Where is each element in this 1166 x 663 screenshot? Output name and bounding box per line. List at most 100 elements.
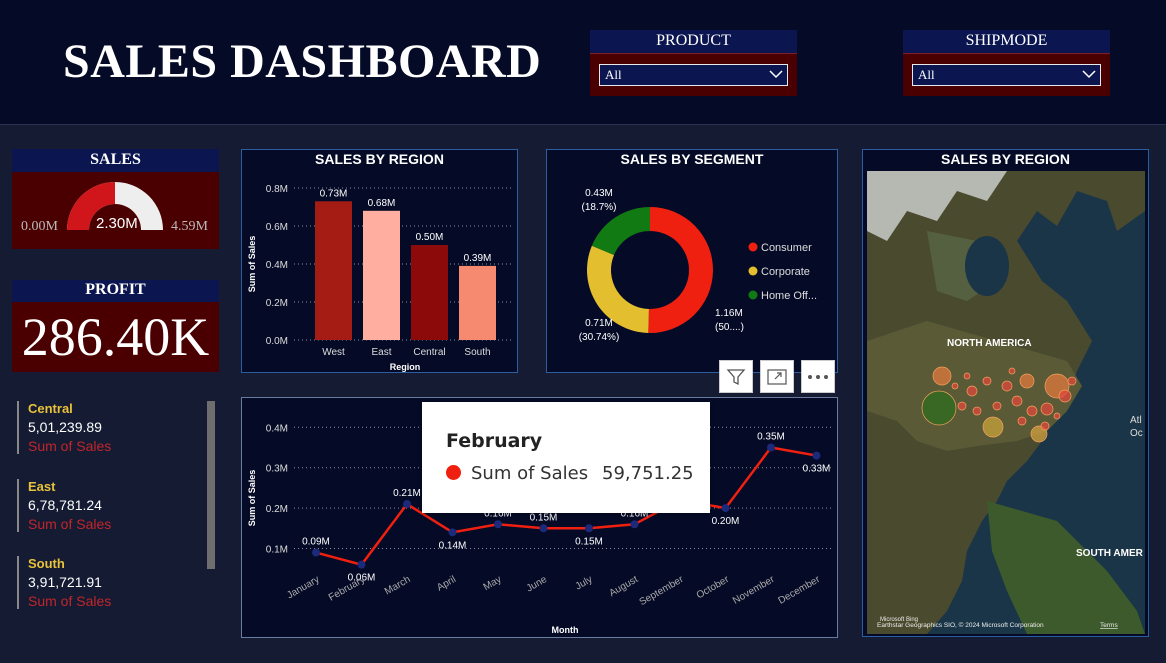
map-attribution: Earthstar Geographics SIO, © 2024 Micros… — [877, 621, 1044, 629]
map-bubble — [1019, 373, 1035, 389]
more-options-button[interactable] — [801, 360, 835, 393]
product-slicer-label: PRODUCT — [590, 30, 797, 54]
cards-scrollbar[interactable] — [207, 401, 215, 569]
shipmode-dropdown[interactable]: All — [912, 64, 1101, 86]
dashboard-header: SALES DASHBOARD PRODUCT All SHIPMODE All — [0, 0, 1166, 125]
map-bubble — [1040, 402, 1054, 416]
bar-data-label: 0.50M — [416, 232, 444, 243]
map-bubble — [957, 401, 967, 411]
tooltip-title: February — [446, 430, 543, 452]
map-terms-link[interactable]: Terms — [1100, 622, 1118, 629]
line-x-tick: January — [285, 574, 321, 601]
product-dropdown[interactable]: All — [599, 64, 788, 86]
region-card[interactable]: East 6,78,781.24 Sum of Sales — [17, 479, 197, 532]
sales-kpi-card[interactable]: SALES 0.00M 2.30M 4.59M — [12, 149, 219, 249]
line-data-label: 0.20M — [712, 516, 740, 527]
line-marker[interactable] — [357, 560, 366, 569]
line-y-tick: 0.1M — [266, 545, 288, 556]
line-data-label: 0.09M — [302, 537, 330, 548]
map-bubble — [932, 366, 952, 386]
map-bubble — [963, 372, 971, 380]
donut-slice[interactable] — [648, 207, 713, 333]
product-dropdown-value: All — [605, 67, 622, 82]
region-card-name: Central — [28, 401, 73, 416]
map-bubble — [972, 406, 982, 416]
line-data-label: 0.35M — [757, 432, 785, 443]
legend-marker — [748, 242, 758, 252]
donut-data-label: 1.16M — [715, 308, 743, 319]
filter-button[interactable] — [719, 360, 753, 393]
map-bubble — [982, 376, 992, 386]
shipmode-slicer: SHIPMODE All — [903, 30, 1110, 96]
line-marker[interactable] — [585, 524, 593, 533]
line-marker[interactable] — [767, 443, 775, 452]
line-marker[interactable] — [312, 548, 320, 557]
focus-mode-button[interactable] — [760, 360, 794, 393]
bar[interactable] — [411, 245, 448, 340]
region-card-label: Sum of Sales — [28, 438, 112, 454]
line-x-tick: April — [435, 574, 458, 594]
map-title: SALES BY REGION — [941, 151, 1070, 167]
region-card[interactable]: Central 5,01,239.89 Sum of Sales — [17, 401, 197, 454]
line-marker[interactable] — [494, 520, 502, 529]
region-bar-chart: 0.0M 0.2M 0.4M 0.6M 0.8M 0.73M West 0.68M East 0.… — [247, 184, 514, 372]
line-y-tick: 0.2M — [266, 504, 288, 515]
bar-x-tick: South — [464, 347, 490, 358]
legend-marker — [748, 266, 758, 276]
map-label-atlantic-2: Oc — [1130, 428, 1143, 439]
line-marker[interactable] — [630, 520, 639, 529]
bar-y-tick: 0.6M — [266, 222, 288, 233]
region-card[interactable]: South 3,91,721.91 Sum of Sales — [17, 556, 197, 609]
map-bubble — [1053, 412, 1061, 420]
gauge-min: 0.00M — [21, 219, 58, 234]
sales-map[interactable]: NORTH AMERICA SOUTH AMER Atl Oc Microsof… — [867, 171, 1145, 634]
line-marker[interactable] — [448, 528, 457, 537]
legend-label[interactable]: Home Off... — [761, 290, 817, 302]
legend-label[interactable]: Consumer — [761, 242, 812, 254]
profit-kpi-card[interactable]: PROFIT 286.40K — [12, 280, 219, 372]
bar-x-axis-label: Region — [390, 362, 421, 372]
map-bubble — [982, 416, 1004, 438]
region-card-label: Sum of Sales — [28, 593, 112, 609]
segment-donut-chart: 1.16M (50....) 0.71M (30.74%) 0.43M (18.7%) Co… — [579, 188, 817, 343]
donut-slice[interactable] — [591, 207, 650, 255]
map-label-south-america: SOUTH AMER — [1076, 548, 1144, 559]
expand-icon — [767, 368, 787, 385]
line-marker[interactable] — [812, 451, 821, 460]
map-label-north-america: NORTH AMERICA — [947, 338, 1032, 349]
region-card-name: East — [28, 479, 56, 494]
bar[interactable] — [459, 265, 496, 340]
line-x-tick: July — [574, 574, 595, 592]
donut-pct-label: (30.74%) — [579, 332, 620, 343]
line-marker[interactable] — [403, 500, 411, 509]
hudson-bay — [965, 236, 1009, 296]
region-bar-chart-panel[interactable]: SALES BY REGION 0.0M 0.2M 0.4M 0.6M 0.8M 0.73… — [241, 149, 518, 373]
line-x-tick: October — [695, 574, 732, 602]
legend-marker — [748, 290, 758, 300]
region-cards-list[interactable]: Central 5,01,239.89 Sum of Sales East 6,… — [12, 398, 216, 612]
bar-y-axis-label: Sum of Sales — [247, 236, 257, 293]
map-bubble — [1040, 421, 1050, 431]
line-marker[interactable] — [539, 524, 548, 533]
bar[interactable] — [363, 210, 400, 340]
line-data-label: 0.33M — [803, 464, 831, 475]
shipmode-dropdown-value: All — [918, 67, 935, 82]
profit-kpi-label: PROFIT — [12, 280, 219, 302]
bar-y-tick: 0.2M — [266, 298, 288, 309]
line-x-tick: November — [731, 574, 777, 607]
map-bubble — [992, 401, 1002, 411]
gauge-max: 4.59M — [171, 219, 208, 234]
tooltip-value: 59,751.25 — [602, 463, 694, 484]
chart-tooltip: February Sum of Sales 59,751.25 — [422, 402, 710, 513]
shipmode-slicer-label: SHIPMODE — [903, 30, 1110, 54]
line-data-label: 0.15M — [530, 512, 558, 523]
bar[interactable] — [315, 201, 352, 340]
legend-label[interactable]: Corporate — [761, 266, 810, 278]
map-bubble — [921, 390, 957, 426]
line-marker[interactable] — [721, 504, 730, 513]
product-slicer: PRODUCT All — [590, 30, 797, 96]
segment-donut-panel[interactable]: SALES BY SEGMENT 1.16M (50....) 0.71M (30.7… — [546, 149, 838, 373]
tooltip-series-name: Sum of Sales — [471, 463, 589, 484]
gauge-value: 2.30M — [96, 215, 138, 232]
bar-x-tick: West — [322, 347, 345, 358]
